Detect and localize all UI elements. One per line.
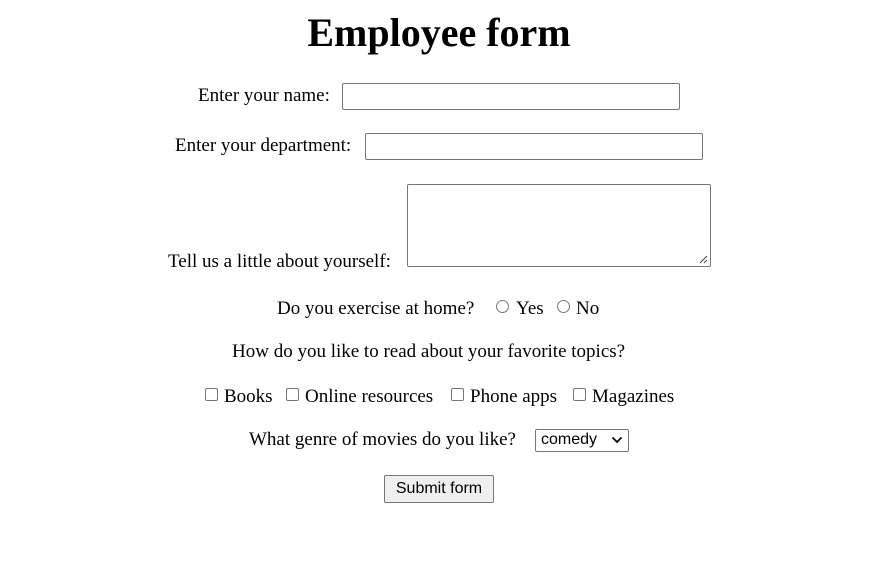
magazines-label: Magazines xyxy=(592,386,675,407)
exercise-no-radio[interactable] xyxy=(557,300,570,313)
department-input[interactable] xyxy=(365,133,703,160)
submit-button[interactable]: Submit form xyxy=(384,475,494,503)
about-textarea[interactable] xyxy=(407,184,711,267)
department-label: Enter your department: xyxy=(175,135,352,156)
books-checkbox[interactable] xyxy=(205,388,218,401)
name-label: Enter your name: xyxy=(198,85,330,106)
exercise-yes-radio[interactable] xyxy=(496,300,509,313)
exercise-no-label: No xyxy=(576,298,600,319)
exercise-yes-label: Yes xyxy=(516,298,544,319)
genre-label: What genre of movies do you like? xyxy=(249,429,516,450)
exercise-question: Do you exercise at home? xyxy=(277,298,475,319)
online-resources-label: Online resources xyxy=(305,386,434,407)
reading-question: How do you like to read about your favor… xyxy=(232,341,626,362)
genre-selected-value: comedy xyxy=(541,431,598,448)
phone-apps-checkbox[interactable] xyxy=(451,388,464,401)
about-label: Tell us a little about yourself: xyxy=(168,251,391,272)
resize-grip-icon[interactable] xyxy=(699,255,708,264)
magazines-checkbox[interactable] xyxy=(573,388,586,401)
phone-apps-label: Phone apps xyxy=(470,386,558,407)
online-resources-checkbox[interactable] xyxy=(286,388,299,401)
name-input[interactable] xyxy=(342,83,680,110)
page-title: Employee form xyxy=(307,10,571,55)
chevron-down-icon xyxy=(611,436,623,444)
genre-select[interactable]: comedy xyxy=(535,429,629,452)
books-label: Books xyxy=(224,386,273,407)
